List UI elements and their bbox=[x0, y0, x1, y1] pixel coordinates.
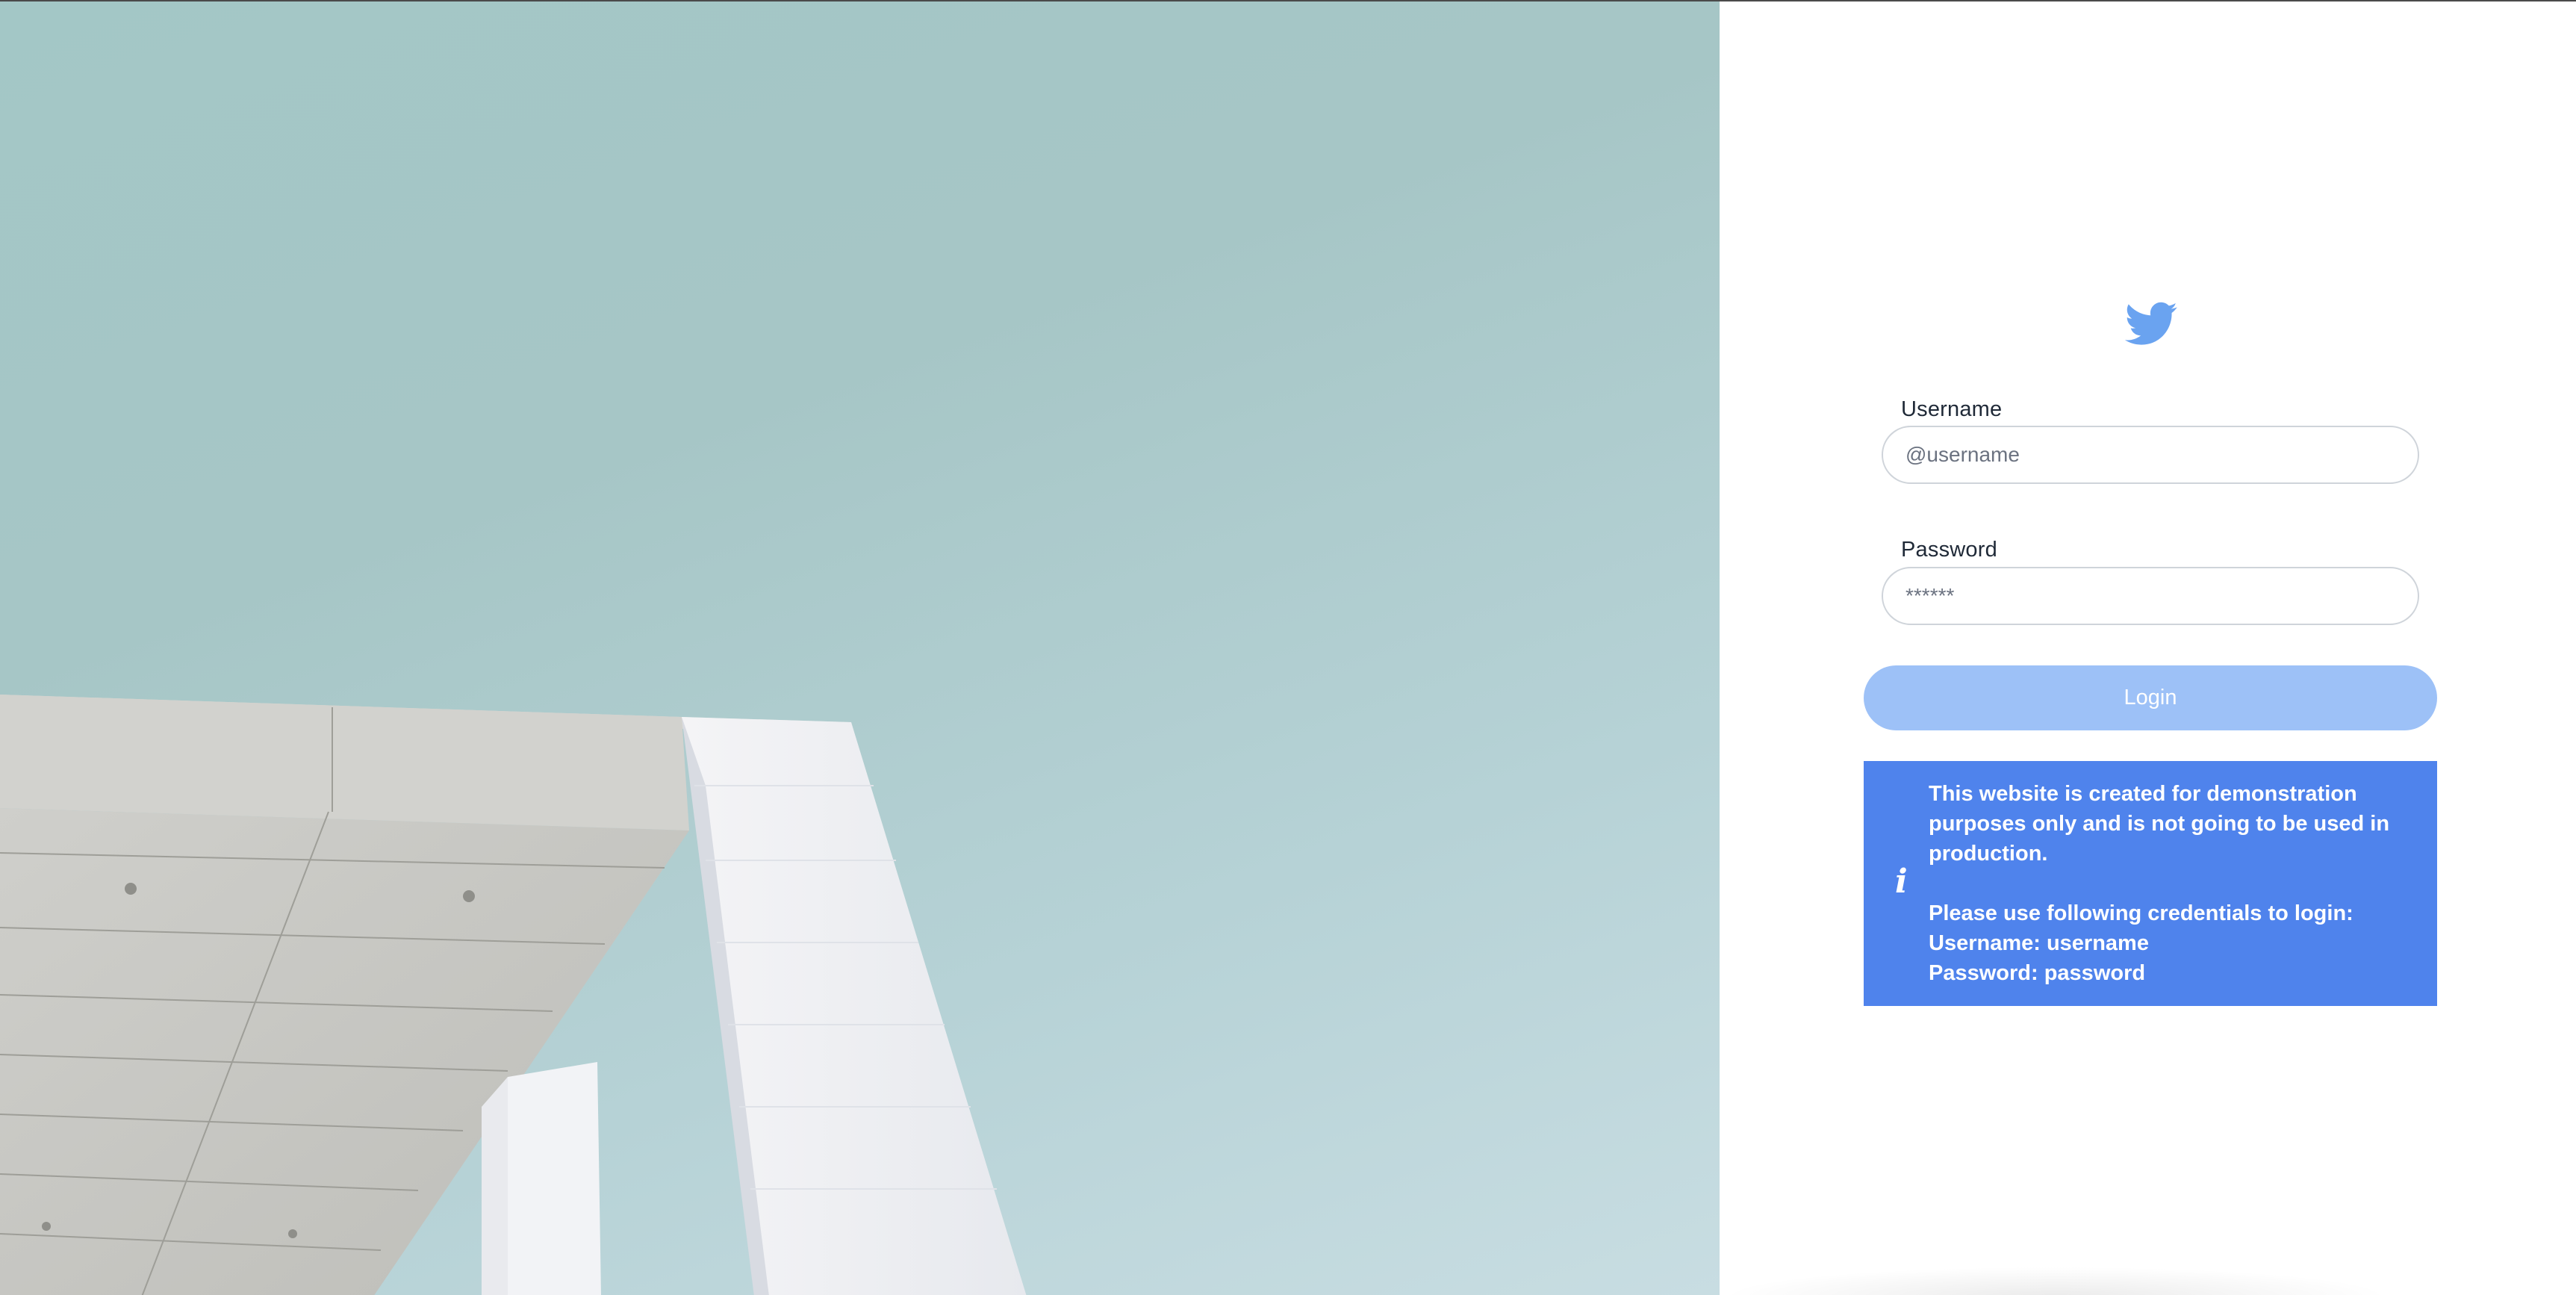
notice-line-disclaimer: This website is created for demonstratio… bbox=[1929, 782, 2390, 866]
login-page: Username Password Login i This website i… bbox=[0, 0, 2576, 1295]
notice-line-username: Username: username bbox=[1929, 931, 2149, 955]
notice-line-password: Password: password bbox=[1929, 961, 2146, 985]
twitter-bird-icon bbox=[2122, 297, 2182, 350]
notice-line-instructions: Please use following credentials to logi… bbox=[1929, 901, 2353, 925]
login-button[interactable]: Login bbox=[1864, 665, 2437, 730]
password-label: Password bbox=[1901, 538, 1997, 562]
demo-notice-banner: i This website is created for demonstrat… bbox=[1864, 761, 2437, 1006]
login-panel: Username Password Login i This website i… bbox=[1720, 1, 2576, 1295]
password-input[interactable] bbox=[1882, 567, 2419, 625]
hero-building-image bbox=[0, 1, 1720, 1295]
username-label: Username bbox=[1901, 397, 2003, 421]
notice-text: This website is created for demonstratio… bbox=[1929, 779, 2421, 988]
info-icon: i bbox=[1895, 863, 1908, 901]
bottom-shadow bbox=[1720, 1267, 2392, 1295]
username-input[interactable] bbox=[1882, 426, 2419, 484]
building-illustration bbox=[0, 695, 1027, 1295]
